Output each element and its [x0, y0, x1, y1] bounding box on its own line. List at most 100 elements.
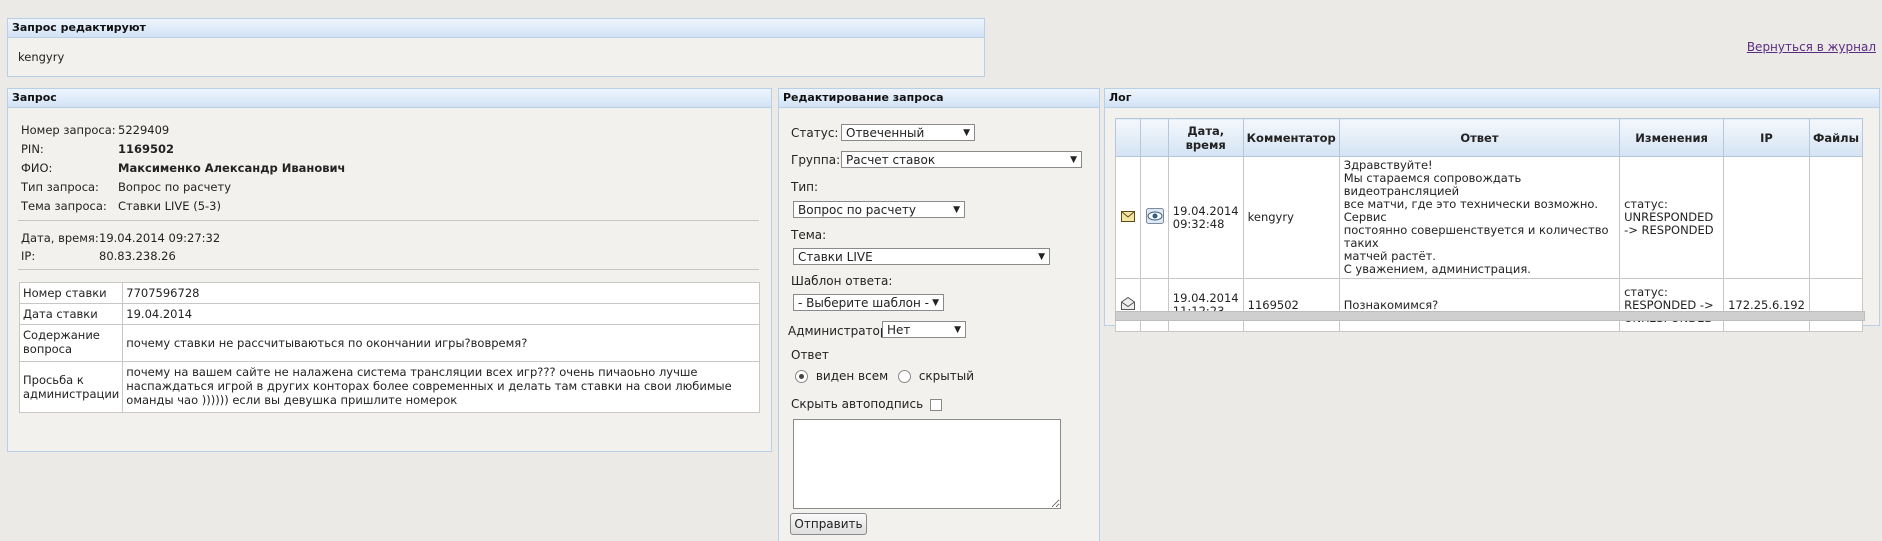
eye-icon[interactable]	[1140, 156, 1169, 279]
log-ip: 172.25.6.192	[1723, 278, 1810, 332]
envelope-icon[interactable]	[1114, 156, 1142, 279]
group-label: Группа:	[791, 153, 841, 167]
visibility-options: виден всем скрытый	[795, 369, 974, 383]
bet-number: 7707596728	[122, 282, 760, 304]
table-row: Номер ставки 7707596728	[18, 282, 760, 304]
type-selected: Вопрос по расчету	[798, 203, 916, 217]
back-to-journal-link[interactable]: Вернуться в журнал	[1747, 40, 1876, 54]
col-header-icon2	[1140, 118, 1169, 157]
table-row: 19.04.201411:12:23 1169502 Познакомимся?…	[1114, 278, 1864, 332]
template-selected: - Выберите шаблон -	[798, 296, 929, 310]
changes-line: RESPONDED ->	[1624, 297, 1714, 312]
question-content: почему ставки не рассчитываються по окон…	[122, 324, 760, 362]
log-table: Дата, время Комментатор Ответ Изменения …	[1114, 118, 1864, 332]
chevron-down-icon: ▼	[963, 128, 970, 138]
log-datetime: 19.04.201411:12:23	[1167, 278, 1244, 332]
group-selected: Расчет ставок	[846, 153, 936, 167]
status-selected: Отвеченный	[846, 126, 925, 140]
divider	[18, 220, 759, 221]
table-row: Содержание вопроса почему ставки не расс…	[18, 324, 760, 362]
log-date: 19.04.2014	[1172, 203, 1239, 218]
col-header-changes: Изменения	[1619, 118, 1725, 157]
field-label: Тип запроса:	[21, 180, 99, 194]
field-label: PIN:	[21, 142, 44, 156]
request-topic-value: Ставки LIVE (5-3)	[118, 199, 221, 213]
hidden-radio[interactable]	[897, 370, 911, 383]
field-label: Номер запроса:	[21, 123, 116, 137]
table-row: Просьба к администрации почему на вашем …	[18, 361, 760, 413]
status-select[interactable]: Отвеченный ▼	[841, 124, 975, 141]
editors-panel-title: Запрос редактируют	[8, 19, 984, 38]
field-label: Тема запроса:	[21, 199, 107, 213]
topic-select[interactable]: Ставки LIVE ▼	[793, 248, 1050, 265]
bet-date: 19.04.2014	[122, 303, 760, 325]
log-files	[1808, 156, 1864, 279]
request-details-table: Номер ставки 7707596728 Дата ставки 19.0…	[18, 282, 760, 413]
ip-value: 80.83.238.26	[99, 249, 176, 263]
topic-label: Тема:	[791, 228, 827, 242]
table-label: Содержание вопроса	[18, 324, 124, 362]
changes-line: статус:	[1624, 284, 1668, 299]
edit-panel: Редактирование запроса Статус: Отвеченны…	[778, 88, 1100, 541]
chevron-down-icon: ▼	[1038, 252, 1045, 262]
editor-user: kengyry	[18, 50, 65, 64]
answer-textarea[interactable]	[793, 419, 1061, 509]
datetime-label: Дата, время:	[21, 231, 99, 245]
admin-selected: Нет	[887, 323, 911, 337]
open-envelope-icon[interactable]	[1114, 278, 1142, 332]
request-panel: Запрос Номер запроса: 5229409 PIN: 11695…	[7, 88, 772, 452]
log-commenter: 1169502	[1242, 278, 1340, 332]
visible-all-radio[interactable]	[795, 370, 808, 383]
visible-all-label: виден всем	[815, 369, 889, 383]
log-scrollbar[interactable]	[1115, 311, 1865, 321]
admin-request-text: почему на вашем сайте не налажена систем…	[122, 361, 760, 413]
answer-line: Мы стараемся сопровождать видеотрансляци…	[1343, 171, 1522, 198]
table-label: Номер ставки	[18, 282, 124, 304]
log-files	[1808, 278, 1864, 332]
table-label: Дата ставки	[18, 303, 124, 325]
log-datetime: 19.04.2014 09:32:48	[1167, 156, 1244, 279]
col-header-ip: IP	[1723, 118, 1810, 157]
status-label: Статус:	[791, 126, 839, 140]
table-row: 19.04.2014 09:32:48 kengyry Здравствуйте!…	[1114, 156, 1864, 279]
topic-selected: Ставки LIVE	[798, 250, 873, 264]
edit-panel-title: Редактирование запроса	[779, 89, 1099, 108]
answer-label: Ответ	[791, 348, 829, 362]
template-select[interactable]: - Выберите шаблон - ▼	[793, 294, 944, 311]
submit-button[interactable]: Отправить	[790, 513, 867, 535]
log-ip	[1723, 156, 1810, 279]
request-panel-title: Запрос	[8, 89, 771, 108]
changes-line: -> RESPONDED	[1624, 223, 1714, 237]
group-select[interactable]: Расчет ставок ▼	[841, 151, 1082, 168]
log-time: 09:32:48	[1172, 216, 1225, 231]
log-changes: статус: UNRESPONDED -> RESPONDED	[1619, 156, 1725, 279]
hide-signature-checkbox[interactable]	[929, 398, 942, 411]
template-label: Шаблон ответа:	[791, 274, 893, 288]
admin-select[interactable]: Нет ▼	[882, 321, 966, 338]
chevron-down-icon: ▼	[953, 205, 960, 215]
col-header-icon	[1114, 118, 1142, 157]
divider	[18, 269, 759, 270]
ip-label: IP:	[21, 249, 36, 263]
chevron-down-icon: ▼	[954, 325, 961, 335]
table-label: Просьба к администрации	[18, 361, 124, 413]
request-type-value: Вопрос по расчету	[118, 180, 232, 194]
col-header-datetime: Дата, время	[1167, 118, 1244, 157]
editors-panel: Запрос редактируют kengyry	[7, 18, 985, 77]
log-commenter: kengyry	[1242, 156, 1340, 279]
pin-value: 1169502	[118, 142, 175, 156]
log-header-row: Дата, время Комментатор Ответ Изменения …	[1114, 118, 1864, 157]
full-name-value: Максименко Александр Иванович	[118, 161, 346, 175]
chevron-down-icon: ▼	[932, 298, 939, 308]
answer-line: С уважением, администрация.	[1343, 262, 1531, 276]
datetime-value: 19.04.2014 09:27:32	[99, 231, 221, 245]
hidden-label: скрытый	[918, 369, 975, 383]
type-select[interactable]: Вопрос по расчету ▼	[793, 201, 965, 218]
answer-line: постоянно совершенствуется и количество …	[1343, 223, 1609, 250]
col-header-answer: Ответ	[1338, 118, 1621, 157]
answer-line: Познакомимся?	[1343, 297, 1439, 312]
table-row: Дата ставки 19.04.2014	[18, 303, 760, 325]
hide-signature-label: Скрыть автоподпись	[791, 397, 924, 411]
col-header-files: Файлы	[1808, 118, 1864, 157]
log-panel-title: Лог	[1105, 89, 1879, 108]
